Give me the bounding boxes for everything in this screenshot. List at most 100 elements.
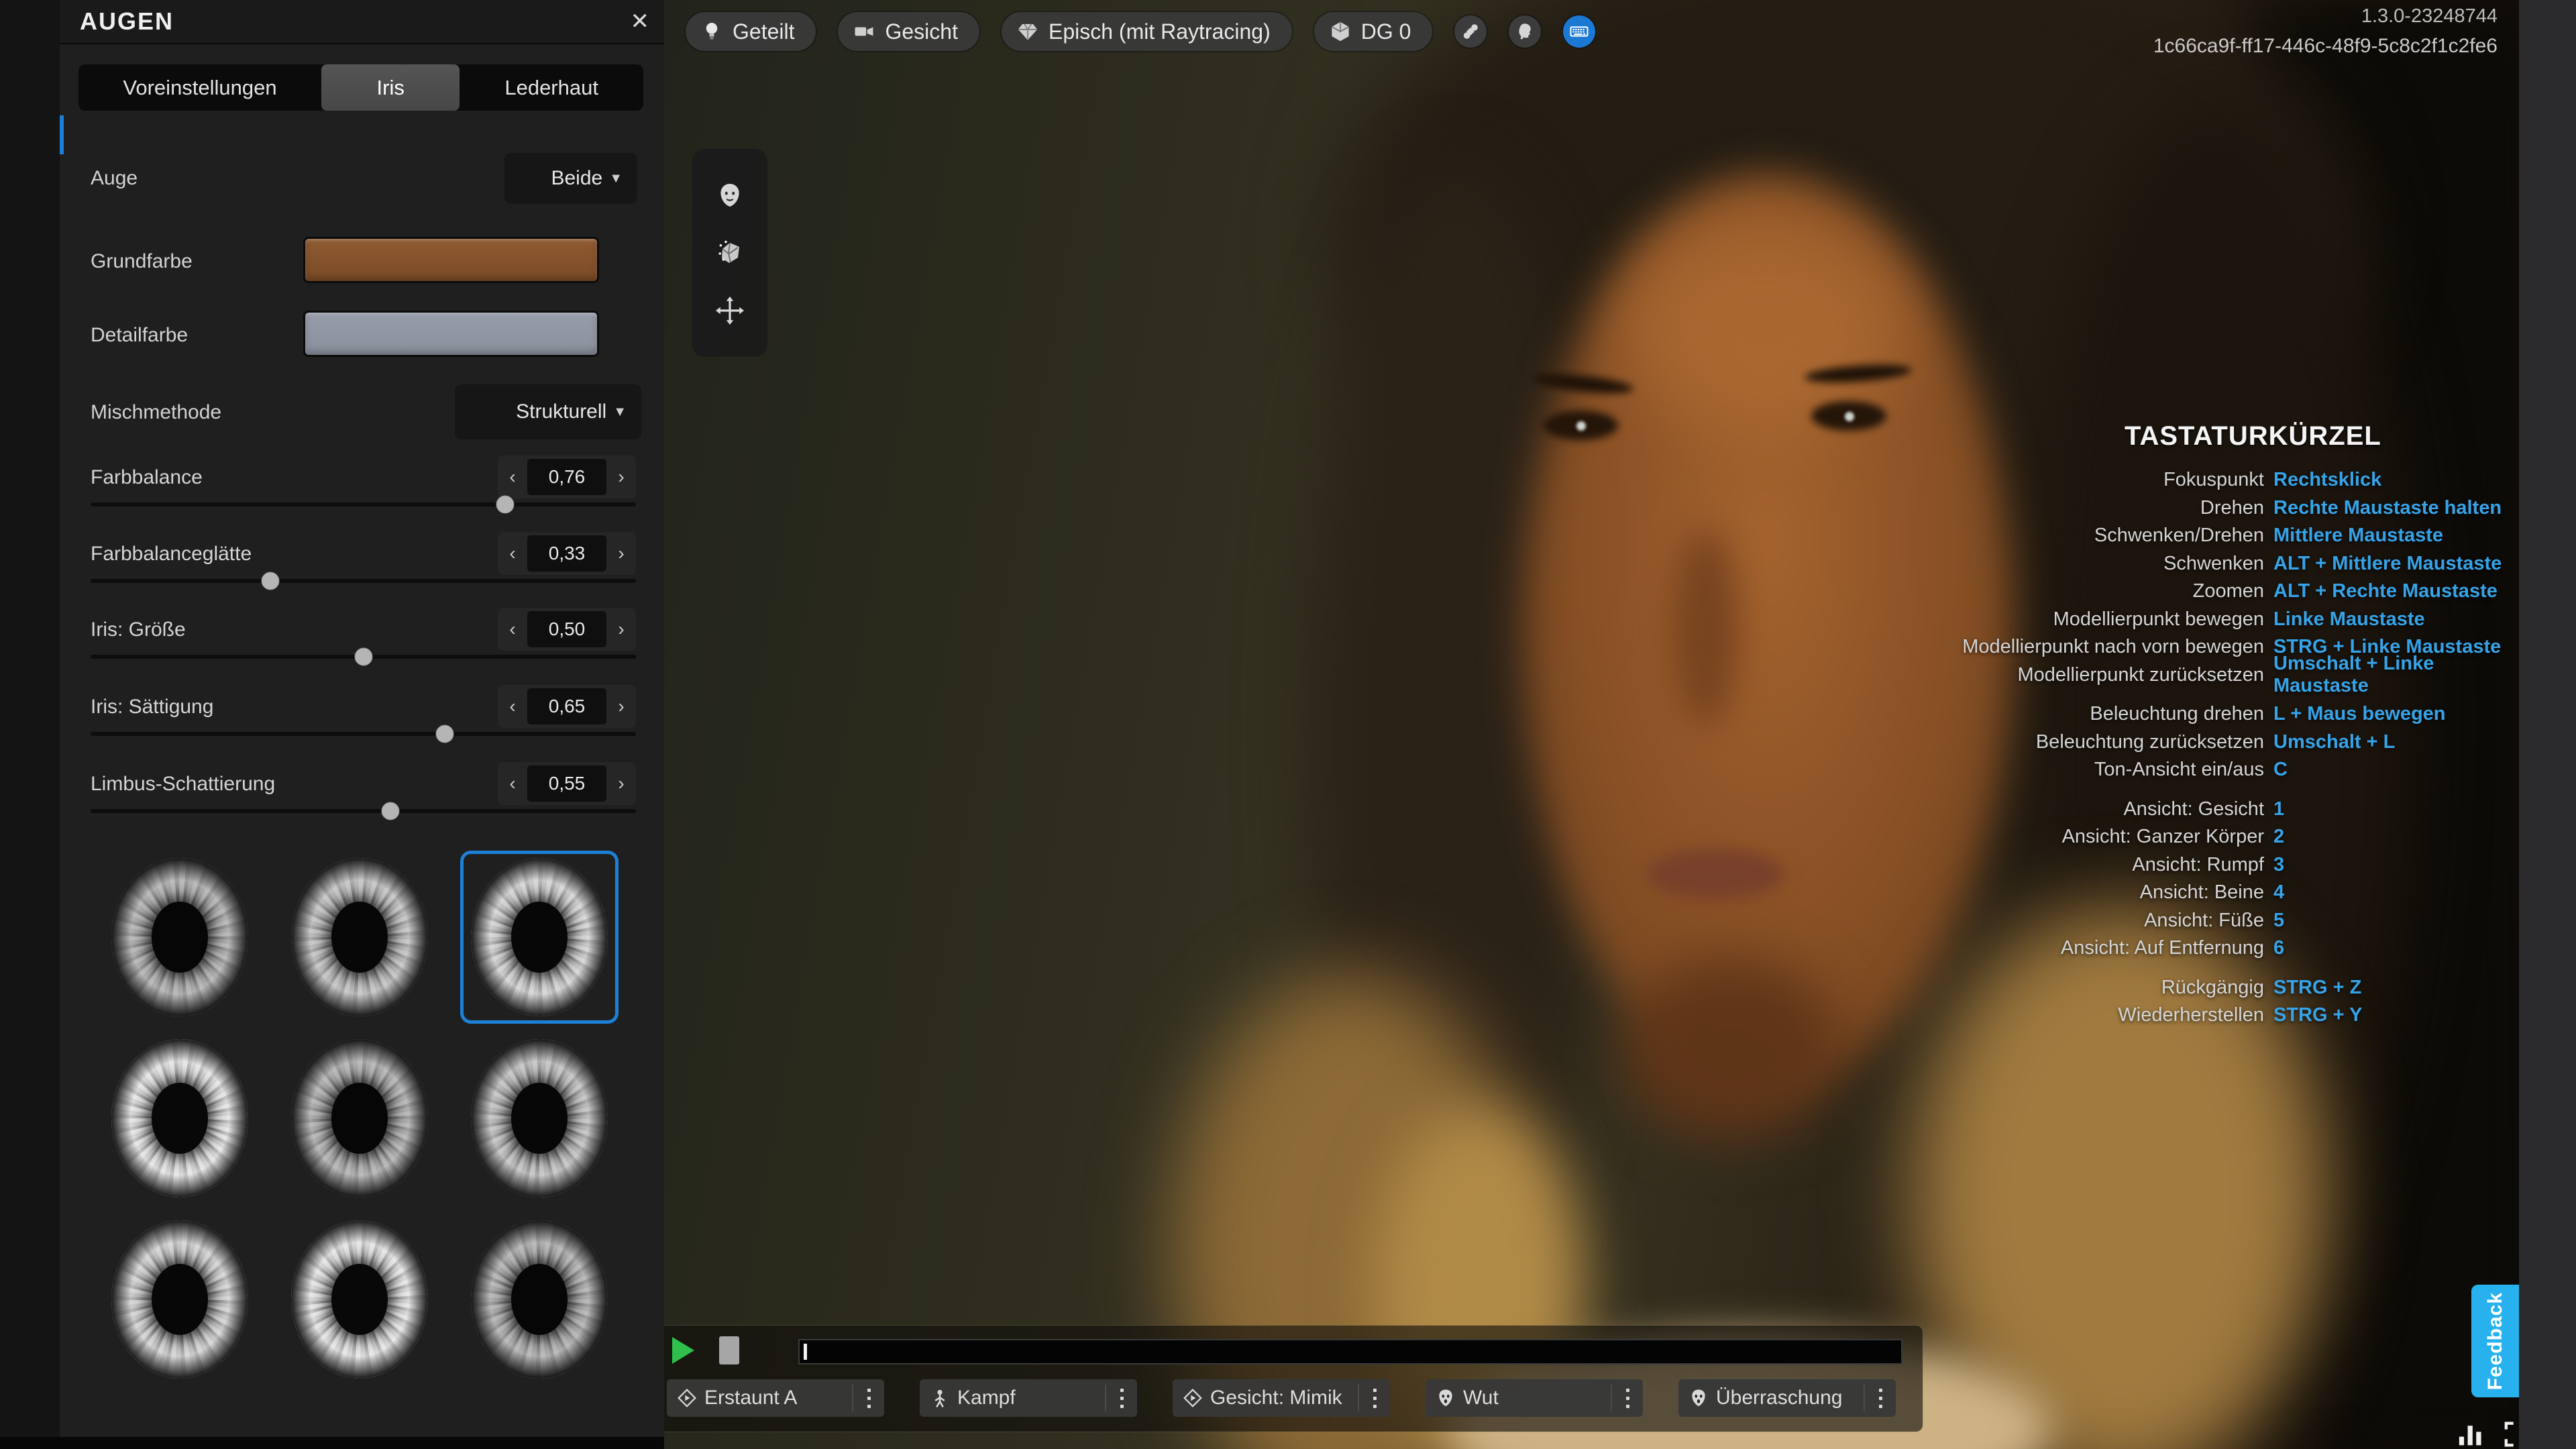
blend-method-dropdown[interactable]: Strukturell ▼: [455, 384, 641, 439]
mesh-icon: [714, 237, 746, 269]
tab-iris[interactable]: Iris: [321, 64, 460, 111]
shortcut-row: Ansicht: Rumpf3: [1932, 851, 2506, 879]
base-color-swatch[interactable]: [303, 237, 599, 283]
increment-button[interactable]: ›: [606, 455, 636, 498]
iris-texture-option-8[interactable]: [280, 1213, 439, 1386]
shortcut-action: Ansicht: Auf Entfernung: [1932, 937, 2264, 959]
feedback-button[interactable]: Feedback: [2471, 1285, 2519, 1397]
clip-menu-kebab-icon[interactable]: [1359, 1389, 1390, 1408]
panel-bottom-gap: [0, 1437, 664, 1449]
toolbar-button-label: Geteilt: [733, 19, 794, 44]
iris-texture-option-5[interactable]: [280, 1032, 439, 1205]
animation-clip-erstaunt-a[interactable]: Erstaunt A: [667, 1379, 884, 1417]
increment-button[interactable]: ›: [606, 532, 636, 575]
increment-button[interactable]: ›: [606, 762, 636, 805]
iris-texture-option-9[interactable]: [460, 1213, 619, 1386]
shortcut-group-2: Beleuchtung drehen L + Maus bewegen Beleuc…: [1932, 700, 2506, 784]
head-profile-icon: [1514, 21, 1536, 42]
slider-track[interactable]: [91, 502, 636, 506]
close-icon[interactable]: ✕: [631, 0, 650, 43]
tool-move-icon[interactable]: [710, 291, 749, 330]
tool-mesh-icon[interactable]: [710, 233, 749, 272]
shortcut-action: Zoomen: [1932, 580, 2264, 602]
person-icon: [920, 1387, 957, 1409]
eye-select-label: Auge: [91, 166, 138, 191]
stop-button[interactable]: [719, 1336, 739, 1364]
slider-label: Farbbalance: [91, 466, 203, 489]
slider-track[interactable]: [91, 655, 636, 659]
shortcut-action: Ton-Ansicht ein/aus: [1932, 759, 2264, 781]
toolbar-button-episch-mit-raytracing-[interactable]: Episch (mit Raytracing): [1002, 12, 1292, 51]
viewport-3d[interactable]: Geteilt Gesicht Episch (mit Raytracing) DG …: [664, 0, 2519, 1449]
animation-clip-gesicht-mimik[interactable]: Gesicht: Mimik: [1173, 1379, 1390, 1417]
shortcut-keys: STRG + Z: [2273, 977, 2361, 999]
slider-value[interactable]: 0,55: [527, 765, 606, 802]
shortcut-action: Beleuchtung drehen: [1932, 703, 2264, 725]
slider-5: Limbus-Schattierung‹0,55›: [91, 762, 636, 836]
slider-value[interactable]: 0,33: [527, 535, 606, 572]
slider-thumb[interactable]: [496, 496, 514, 514]
iris-texture-option-4[interactable]: [101, 1032, 259, 1205]
decrement-button[interactable]: ‹: [498, 685, 527, 728]
tab-voreinstellungen[interactable]: Voreinstellungen: [78, 64, 321, 111]
slider-track[interactable]: [91, 732, 636, 736]
shortcut-keys: Umschalt + Linke Maustaste: [2273, 653, 2506, 697]
timeline-track[interactable]: [798, 1339, 1902, 1364]
iris-texture-option-6[interactable]: [460, 1032, 619, 1205]
shortcut-keys: L + Maus bewegen: [2273, 703, 2446, 725]
shortcut-row: Beleuchtung zurücksetzenUmschalt + L: [1932, 729, 2506, 757]
decrement-button[interactable]: ‹: [498, 455, 527, 498]
detail-color-swatch[interactable]: [303, 311, 599, 357]
slider-thumb[interactable]: [436, 725, 454, 743]
animation-clip-überraschung[interactable]: Überraschung: [1678, 1379, 1896, 1417]
clip-menu-kebab-icon[interactable]: [853, 1389, 884, 1408]
clip-label: Erstaunt A: [704, 1387, 852, 1409]
shortcut-row: ZoomenALT + Rechte Maustaste: [1932, 578, 2506, 606]
slider-value[interactable]: 0,50: [527, 611, 606, 647]
slider-value[interactable]: 0,65: [527, 688, 606, 724]
iris-texture-option-2[interactable]: [280, 851, 439, 1024]
slider-value[interactable]: 0,76: [527, 459, 606, 495]
slider-thumb[interactable]: [382, 802, 400, 820]
toggle-keyboard-icon-active[interactable]: [1563, 15, 1595, 48]
gem-icon: [1015, 19, 1040, 44]
toggle-head-profile-icon[interactable]: [1509, 15, 1541, 48]
toolbar-button-gesicht[interactable]: Gesicht: [838, 12, 979, 51]
iris-thumbnail: [111, 1039, 248, 1197]
eye-select-dropdown[interactable]: Beide ▼: [504, 153, 637, 204]
slider-track[interactable]: [91, 809, 636, 813]
increment-button[interactable]: ›: [606, 608, 636, 651]
toolbar-button-geteilt[interactable]: Geteilt: [686, 12, 816, 51]
increment-button[interactable]: ›: [606, 685, 636, 728]
animation-clip-kampf[interactable]: Kampf: [920, 1379, 1137, 1417]
mask-icon: [1426, 1387, 1463, 1409]
iris-texture-option-7[interactable]: [101, 1213, 259, 1386]
decrement-button[interactable]: ‹: [498, 608, 527, 651]
slider-track[interactable]: [91, 579, 636, 583]
clip-menu-kebab-icon[interactable]: [1612, 1389, 1643, 1408]
toolbar-button-label: DG 0: [1361, 19, 1411, 44]
tab-lederhaut[interactable]: Lederhaut: [460, 64, 643, 111]
slider-thumb[interactable]: [262, 572, 280, 590]
toggle-sculpt-icon[interactable]: [1454, 15, 1487, 48]
iris-texture-option-1[interactable]: [101, 851, 259, 1024]
face-icon: [714, 179, 746, 211]
slider-thumb[interactable]: [354, 648, 372, 666]
stats-icon[interactable]: [2457, 1421, 2486, 1448]
shortcut-keys: 6: [2273, 937, 2284, 959]
tool-face-icon[interactable]: [710, 176, 749, 215]
playhead[interactable]: [804, 1344, 807, 1360]
play-button[interactable]: [672, 1337, 694, 1364]
toolbar-button-dg-0[interactable]: DG 0: [1314, 12, 1433, 51]
shortcut-keys: C: [2273, 759, 2288, 781]
clip-label: Überraschung: [1716, 1387, 1864, 1409]
shortcut-row: Ton-Ansicht ein/aus C: [1932, 756, 2506, 784]
iris-texture-option-3-selected[interactable]: [460, 851, 619, 1024]
decrement-button[interactable]: ‹: [498, 532, 527, 575]
chevron-down-icon: ▼: [609, 171, 623, 186]
animation-clip-wut[interactable]: Wut: [1426, 1379, 1643, 1417]
clip-menu-kebab-icon[interactable]: [1865, 1389, 1896, 1408]
decrement-button[interactable]: ‹: [498, 762, 527, 805]
clip-menu-kebab-icon[interactable]: [1106, 1389, 1137, 1408]
slider-1: Farbbalance ‹0,76›: [91, 455, 636, 529]
